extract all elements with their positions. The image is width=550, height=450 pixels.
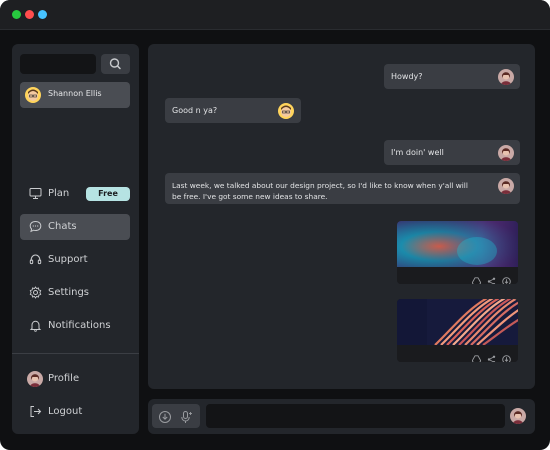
search-button[interactable] (101, 54, 130, 74)
nav-item-logout[interactable]: Logout (20, 399, 130, 425)
composer-tools (152, 404, 200, 428)
image-message[interactable] (397, 221, 518, 284)
bell-icon (29, 320, 42, 332)
nav-item-plan[interactable]: Plan Free (20, 181, 130, 207)
avatar-cartoon-man-icon (278, 103, 294, 119)
nav-label: Notifications (48, 320, 111, 331)
nav-label: Support (48, 254, 88, 265)
image-actions (397, 267, 518, 284)
message-composer (148, 399, 535, 434)
avatar-woman-icon (510, 408, 526, 424)
avatar-woman-icon (498, 69, 514, 85)
avatar-woman-icon (498, 145, 514, 161)
search-icon (109, 58, 121, 70)
gear-icon (29, 286, 42, 299)
drive-icon[interactable] (471, 271, 482, 284)
message-input[interactable] (206, 404, 505, 428)
message-bubble: I'm doin' well (384, 140, 520, 165)
nav-item-support[interactable]: Support (20, 247, 130, 273)
nav-label: Logout (48, 406, 83, 417)
message-bubble: Last week, we talked about our design pr… (165, 173, 520, 204)
search-input[interactable] (20, 54, 96, 74)
message-line: be free. I've got some new ideas to shar… (172, 192, 328, 201)
window-minimize-dot[interactable] (25, 10, 34, 19)
avatar-woman-icon (27, 371, 43, 387)
nav-item-notifications[interactable]: Notifications (20, 313, 130, 339)
image-message[interactable] (397, 299, 518, 362)
avatar-cartoon-man-icon (25, 87, 41, 103)
download-icon[interactable] (502, 349, 511, 362)
message-text: Last week, we talked about our design pr… (172, 180, 468, 202)
attach-icon[interactable] (158, 409, 172, 423)
support-icon (29, 254, 42, 265)
nav-item-profile[interactable]: Profile (20, 366, 130, 392)
drive-icon[interactable] (471, 349, 482, 362)
sidebar-divider (12, 353, 139, 354)
contact-item[interactable]: Shannon Ellis (20, 82, 130, 108)
share-icon[interactable] (487, 271, 496, 284)
message-bubble: Good n ya? (165, 98, 301, 123)
logout-icon (30, 406, 42, 417)
window-maximize-dot[interactable] (38, 10, 47, 19)
window-close-dot[interactable] (12, 10, 21, 19)
microphone-icon[interactable] (179, 409, 193, 423)
download-icon[interactable] (502, 271, 511, 284)
chat-bubble-icon (29, 220, 42, 233)
message-text: Howdy? (391, 72, 423, 81)
app-window: Shannon Ellis Plan Free Chats Support Se… (0, 0, 550, 450)
nav-item-chats[interactable]: Chats (20, 214, 130, 240)
abstract-swirl-image (397, 299, 518, 345)
share-icon[interactable] (487, 349, 496, 362)
message-text: I'm doin' well (391, 148, 444, 157)
image-actions (397, 345, 518, 362)
nav-label: Chats (48, 221, 77, 232)
avatar-woman-icon (498, 178, 514, 194)
nav-label: Profile (48, 373, 80, 384)
message-text: Good n ya? (172, 106, 218, 115)
monitor-icon (29, 188, 42, 199)
sidebar: Shannon Ellis Plan Free Chats Support Se… (12, 44, 139, 434)
nav-label: Settings (48, 287, 90, 298)
title-bar (0, 0, 550, 30)
chat-panel: Howdy? Good n ya? I'm doin' well Last we… (148, 44, 535, 389)
nav-label: Plan (48, 188, 70, 199)
message-line: Last week, we talked about our design pr… (172, 181, 468, 190)
plan-badge: Free (86, 187, 130, 201)
message-bubble: Howdy? (384, 64, 520, 89)
contact-name: Shannon Ellis (48, 89, 102, 98)
abstract-blue-image (397, 221, 518, 267)
nav-item-settings[interactable]: Settings (20, 280, 130, 306)
